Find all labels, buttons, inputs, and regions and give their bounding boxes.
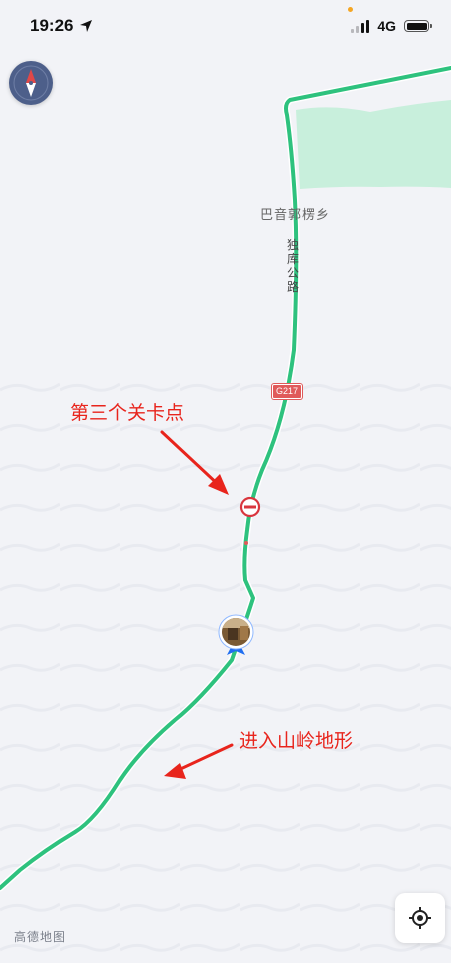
place-label: 巴音郭楞乡 bbox=[260, 208, 331, 223]
locate-button[interactable] bbox=[395, 893, 445, 943]
vegetation-area bbox=[296, 100, 451, 189]
location-arrow-icon bbox=[80, 20, 93, 32]
road-shield: G217 bbox=[272, 384, 303, 399]
traffic-dot bbox=[244, 541, 248, 545]
network-type: 4G bbox=[377, 18, 396, 34]
annotation-mountain: 进入山岭地形 bbox=[239, 730, 354, 752]
road-name-label: 独库公路 bbox=[286, 238, 299, 294]
annotation-checkpoint: 第三个关卡点 bbox=[70, 402, 185, 424]
map-canvas[interactable] bbox=[0, 0, 451, 963]
battery-icon bbox=[404, 20, 432, 32]
compass-icon[interactable] bbox=[9, 61, 53, 105]
no-entry-icon[interactable] bbox=[239, 496, 261, 518]
recording-indicator-dot bbox=[348, 7, 353, 12]
map-watermark: 高德地图 bbox=[14, 930, 67, 944]
status-time: 19:26 bbox=[30, 16, 74, 35]
status-bar: 19:26 4G bbox=[0, 0, 451, 52]
signal-icon bbox=[351, 19, 370, 33]
locate-icon bbox=[409, 907, 431, 929]
